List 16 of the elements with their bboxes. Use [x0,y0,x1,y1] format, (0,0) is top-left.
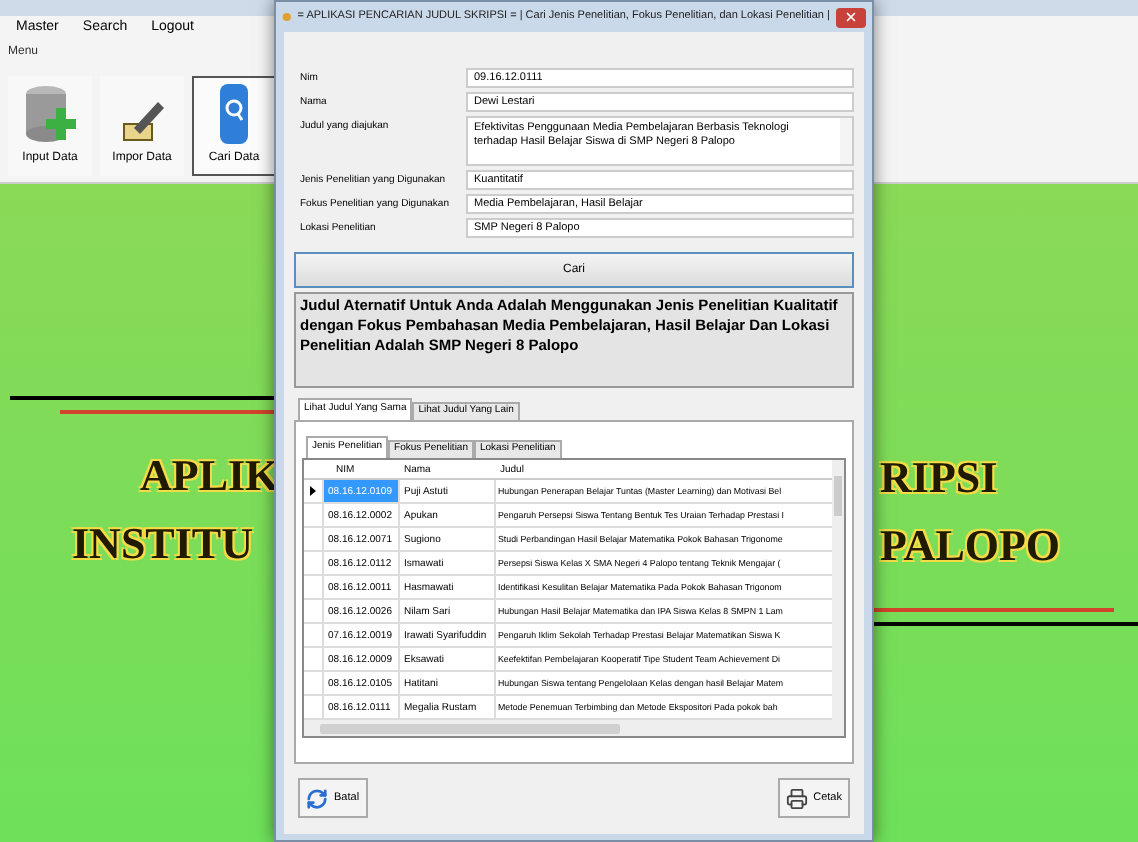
banner-title: INSTITU [72,518,255,570]
refresh-icon [306,787,328,809]
close-button[interactable] [835,7,866,27]
banner-title: APLIK [140,450,274,502]
database-plus-icon [22,84,78,144]
close-icon [843,10,858,24]
scrollbar[interactable] [832,460,844,720]
row-pointer-icon [310,486,316,496]
banner-title: PALOPO [880,520,1063,572]
printer-icon [785,787,808,809]
search-icon [220,84,248,144]
pencil-icon [118,96,166,144]
scrollbar[interactable] [840,118,852,164]
scrollbar[interactable] [304,720,844,736]
app-icon [282,10,292,24]
banner-title: RIPSI [880,452,1000,504]
